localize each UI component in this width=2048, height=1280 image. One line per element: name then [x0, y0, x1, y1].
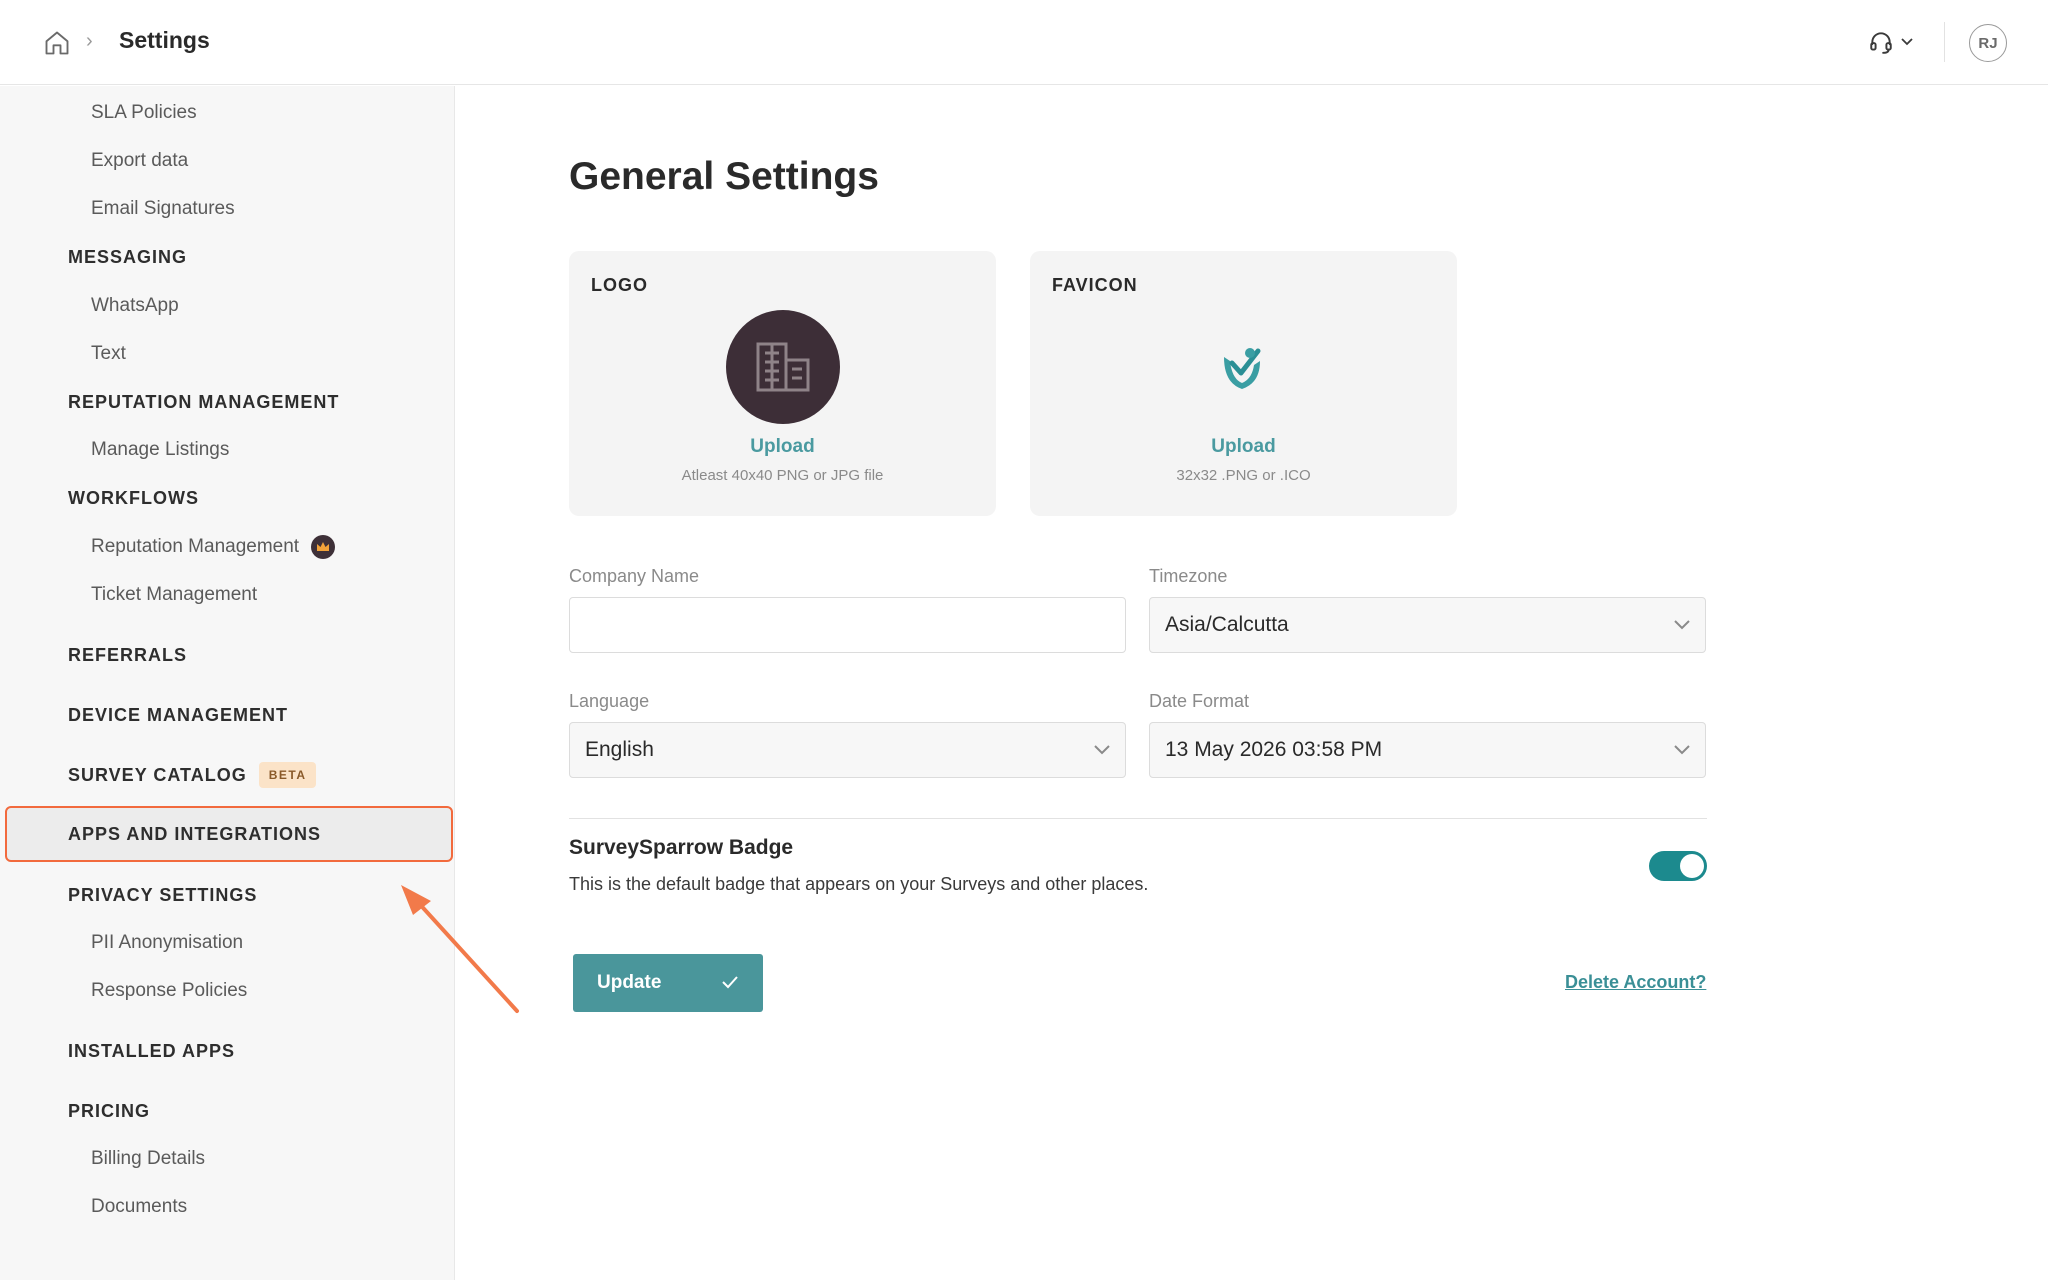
sidebar-item-whatsapp[interactable]: WhatsApp	[0, 282, 455, 330]
chevron-down-icon	[1094, 745, 1110, 755]
timezone-select[interactable]: Asia/Calcutta	[1149, 597, 1706, 653]
company-name-input[interactable]	[570, 598, 1125, 652]
headset-icon	[1870, 32, 1892, 54]
favicon-upload-link[interactable]: Upload	[1030, 436, 1457, 458]
favicon-upload-hint: 32x32 .PNG or .ICO	[1176, 467, 1311, 484]
sidebar-section-workflows[interactable]: WORKFLOWS	[0, 474, 455, 522]
badge-setting-description: This is the default badge that appears o…	[569, 874, 1149, 894]
sidebar-item-pii-anonymisation[interactable]: PII Anonymisation	[0, 919, 455, 967]
sidebar-section-device-management[interactable]: DEVICE MANAGEMENT	[0, 691, 455, 739]
sidebar-section-survey-catalog[interactable]: SURVEY CATALOG BETA	[0, 751, 455, 799]
update-button[interactable]: Update	[573, 954, 763, 1012]
sidebar-section-privacy-settings[interactable]: PRIVACY SETTINGS	[0, 871, 455, 919]
avatar[interactable]: RJ	[1969, 24, 2007, 62]
sidebar-item-label: Reputation Management	[91, 536, 300, 557]
section-divider	[569, 818, 1707, 819]
sidebar-item-export-data[interactable]: Export data	[0, 137, 455, 185]
sidebar-item-documents[interactable]: Documents	[0, 1183, 455, 1231]
top-bar: › Settings RJ	[0, 0, 2048, 85]
annotation-arrow	[401, 885, 519, 1013]
timezone-label: Timezone	[1149, 566, 1228, 586]
sidebar-item-label: SURVEY CATALOG	[68, 764, 247, 785]
language-label: Language	[569, 691, 650, 711]
sidebar-item-manage-listings[interactable]: Manage Listings	[0, 426, 455, 474]
sidebar-item-billing-details[interactable]: Billing Details	[0, 1135, 455, 1183]
home-icon[interactable]	[43, 29, 71, 57]
chevron-down-icon	[1901, 38, 1913, 46]
chevron-down-icon	[1674, 745, 1690, 755]
chevron-down-icon	[1674, 620, 1690, 630]
toggle-knob	[1680, 854, 1704, 878]
sidebar-item-response-policies[interactable]: Response Policies	[0, 967, 455, 1015]
support-menu-button[interactable]	[1868, 26, 1920, 58]
page-title: Settings	[119, 27, 210, 53]
company-name-label: Company Name	[569, 566, 700, 586]
beta-badge: BETA	[258, 762, 317, 788]
date-format-value: 13 May 2026 03:58 PM	[1165, 738, 1383, 761]
sidebar-section-messaging[interactable]: MESSAGING	[0, 233, 455, 281]
logo-upload-hint: Atleast 40x40 PNG or JPG file	[681, 467, 884, 484]
check-icon	[722, 976, 738, 989]
settings-sidebar: SLA Policies Export data Email Signature…	[0, 86, 455, 1280]
sidebar-section-apps-and-integrations[interactable]: APPS AND INTEGRATIONS	[5, 806, 453, 862]
logo-label: LOGO	[591, 275, 648, 295]
company-name-field-wrapper	[569, 597, 1126, 653]
sidebar-section-pricing[interactable]: PRICING	[0, 1087, 455, 1135]
sidebar-item-sla-policies[interactable]: SLA Policies	[0, 89, 455, 137]
badge-setting-title: SurveySparrow Badge	[569, 836, 794, 859]
favicon-upload-card: FAVICON Upload 32x32 .PNG or .ICO	[1030, 251, 1457, 516]
sidebar-section-reputation-management[interactable]: REPUTATION MANAGEMENT	[0, 378, 455, 426]
delete-account-link[interactable]: Delete Account?	[1565, 972, 1706, 993]
timezone-value: Asia/Calcutta	[1165, 613, 1289, 636]
logo-upload-link[interactable]: Upload	[569, 436, 996, 458]
building-icon	[756, 342, 810, 392]
crown-icon	[311, 535, 336, 559]
sidebar-item-text[interactable]: Text	[0, 330, 455, 378]
sidebar-section-referrals[interactable]: REFERRALS	[0, 631, 455, 679]
sidebar-section-installed-apps[interactable]: INSTALLED APPS	[0, 1027, 455, 1075]
header-divider	[1944, 22, 1945, 62]
date-format-select[interactable]: 13 May 2026 03:58 PM	[1149, 722, 1706, 778]
chevron-right-icon: ›	[86, 30, 93, 52]
date-format-label: Date Format	[1149, 691, 1250, 711]
sidebar-item-email-signatures[interactable]: Email Signatures	[0, 185, 455, 233]
favicon-label: FAVICON	[1052, 275, 1138, 295]
language-select[interactable]: English	[569, 722, 1126, 778]
logo-upload-card: LOGO Upload Atleast 40x40 PNG or JPG fil…	[569, 251, 996, 516]
badge-toggle[interactable]	[1649, 851, 1707, 881]
sidebar-item-reputation-management[interactable]: Reputation Management	[0, 523, 455, 571]
sparrow-logo-icon	[1224, 348, 1261, 389]
update-button-label: Update	[597, 972, 662, 993]
logo-preview	[726, 310, 840, 424]
language-value: English	[585, 738, 654, 761]
sidebar-item-ticket-management[interactable]: Ticket Management	[0, 571, 455, 619]
page-heading: General Settings	[569, 155, 879, 198]
